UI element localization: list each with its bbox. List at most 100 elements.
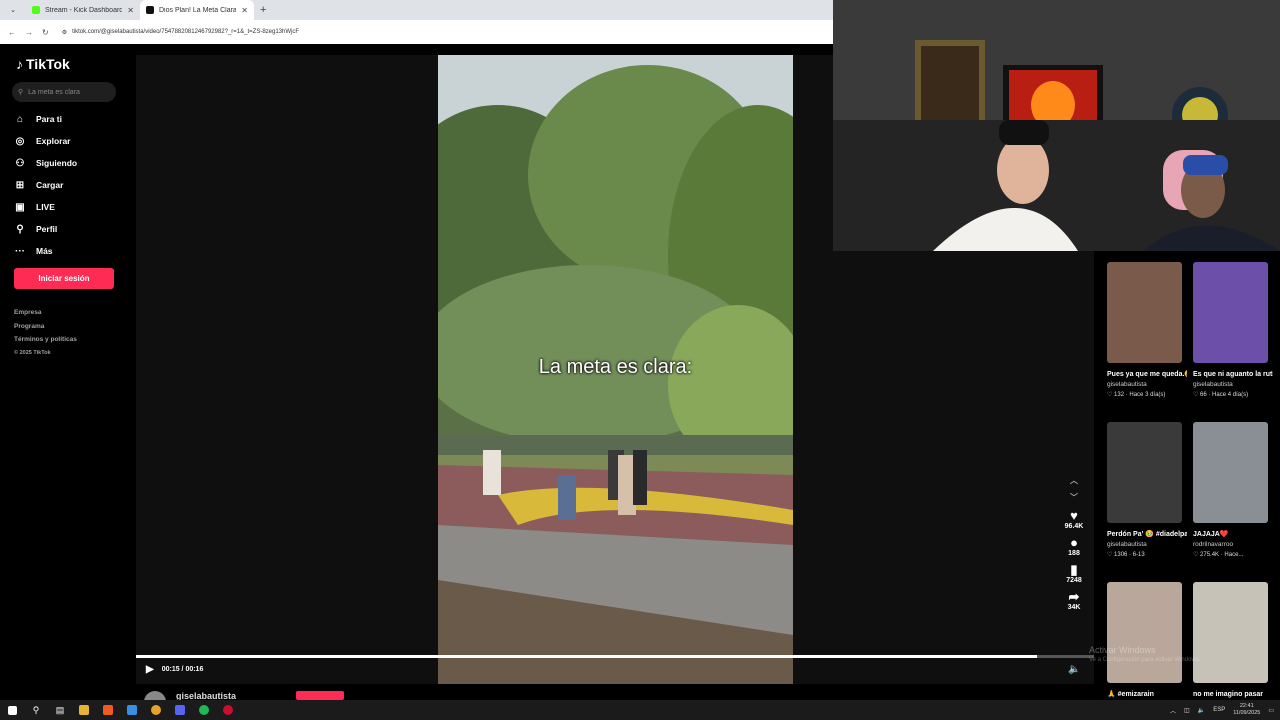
video-thumbnail[interactable] <box>1107 262 1182 363</box>
video-title: Perdón Pa' 🥹 #diadelpadre #pap... <box>1107 531 1187 538</box>
close-tab-icon[interactable]: ✕ <box>127 6 134 15</box>
video-thumbnail[interactable] <box>1107 422 1182 523</box>
related-video-card[interactable]: Es que ni aguanto la rutina🫠 giselabautis… <box>1193 262 1273 400</box>
time-display: 00:15 / 00:16 <box>161 666 204 673</box>
author-name[interactable]: giselabautista <box>176 691 236 700</box>
sidebar-item-explorar[interactable]: ◎ Explorar <box>14 130 124 152</box>
next-video-icon[interactable]: ﹀ <box>1056 492 1092 503</box>
avatar[interactable] <box>144 691 166 700</box>
site-info-icon[interactable]: ⚙ <box>62 29 67 36</box>
home-icon: ⌂ <box>16 113 24 125</box>
file-explorer-icon[interactable] <box>72 700 96 720</box>
tab-tiktok-video[interactable]: Dios Plan! La Meta Clara para l ✕ <box>140 0 254 20</box>
video-title: Pues ya que me queda.😅 #imissu... <box>1107 371 1187 378</box>
webcam-overlay <box>833 0 1280 251</box>
login-button[interactable]: Iniciar sesión <box>14 268 114 289</box>
tray-chevron-icon[interactable]: ︿ <box>1170 706 1176 715</box>
previous-video-icon[interactable]: ︿ <box>1056 475 1092 486</box>
following-icon: ⚇ <box>15 157 25 169</box>
like-button[interactable]: ♥ 96.4K <box>1056 509 1092 531</box>
brave-browser-icon[interactable] <box>96 700 120 720</box>
video-thumbnail[interactable] <box>1107 582 1182 683</box>
tiktok-logo[interactable]: ♪ TikTok <box>16 56 70 72</box>
video-author[interactable]: giselabautista <box>1107 540 1187 550</box>
related-video-card[interactable]: Perdón Pa' 🥹 #diadelpadre #pap... giselab… <box>1107 422 1187 560</box>
spotify-icon[interactable] <box>192 700 216 720</box>
search-icon[interactable]: ⚲ <box>24 700 48 720</box>
footer-link-empresa[interactable]: Empresa <box>14 309 77 323</box>
back-icon[interactable]: ← <box>8 28 16 37</box>
sidebar-item-label: Explorar <box>36 136 71 146</box>
footer-link-terms[interactable]: Términos y políticas <box>14 336 77 350</box>
address-bar[interactable]: ⚙ tiktok.com/@giselabautista/video/75478… <box>57 23 833 41</box>
network-icon[interactable]: ◫ <box>1184 707 1190 714</box>
tab-strip: ⌄ Stream - Kick Dashboard ✕ Dios Plan! L… <box>0 0 833 20</box>
obs-icon[interactable] <box>216 700 240 720</box>
windows-start-icon[interactable] <box>0 700 24 720</box>
store-icon[interactable] <box>120 700 144 720</box>
video-thumbnail[interactable] <box>1193 422 1268 523</box>
upload-icon: ⊞ <box>15 179 25 191</box>
tab-title: Dios Plan! La Meta Clara para l <box>159 6 237 14</box>
tab-title: Stream - Kick Dashboard <box>45 6 123 14</box>
sidebar-item-mas[interactable]: ··· Más <box>14 240 124 262</box>
video-player[interactable]: La meta es clara: <box>438 55 793 684</box>
bookmark-icon: ▮ <box>1070 562 1078 577</box>
comment-button[interactable]: ● 188 <box>1056 535 1092 558</box>
new-tab-button[interactable]: + <box>260 4 266 16</box>
video-title: 🙏 #emizarain <box>1107 691 1154 698</box>
video-author[interactable]: giselabautista <box>1193 380 1273 390</box>
browser-chrome: ⌄ Stream - Kick Dashboard ✕ Dios Plan! L… <box>0 0 833 44</box>
tab-kick-dashboard[interactable]: Stream - Kick Dashboard ✕ <box>26 0 140 20</box>
sidebar-item-para-ti[interactable]: ⌂ Para ti <box>14 108 124 130</box>
notifications-icon[interactable]: ▭ <box>1268 707 1274 714</box>
close-tab-icon[interactable]: ✕ <box>241 6 248 15</box>
follow-button[interactable] <box>296 691 345 700</box>
video-author[interactable]: rodrilnavarroo <box>1193 540 1273 550</box>
related-video-card[interactable]: 🙏 #emizarain <box>1107 582 1187 700</box>
compass-icon: ◎ <box>15 135 25 147</box>
sidebar-item-cargar[interactable]: ⊞ Cargar <box>14 174 124 196</box>
progress-bar[interactable] <box>136 655 1094 658</box>
reload-icon[interactable]: ↻ <box>42 28 49 37</box>
tiktok-note-icon: ♪ <box>16 56 23 72</box>
clock[interactable]: 22:41 11/09/2025 <box>1233 703 1260 717</box>
sidebar-item-perfil[interactable]: ⚲ Perfil <box>14 218 124 240</box>
related-video-card[interactable]: JAJAJA❤️ rodrilnavarroo ♡ 275.4K · Hace... <box>1193 422 1273 560</box>
sidebar-item-label: Más <box>36 246 53 256</box>
chrome-icon[interactable] <box>144 700 168 720</box>
volume-icon[interactable]: 🔈 <box>1068 664 1080 675</box>
language-indicator[interactable]: ESP <box>1213 707 1225 713</box>
search-input[interactable]: ⚲ La meta es clara <box>12 82 116 102</box>
video-author[interactable]: giselabautista <box>1107 380 1187 390</box>
progress-fill <box>136 655 1037 658</box>
sidebar-item-label: Siguiendo <box>36 158 78 168</box>
more-icon: ··· <box>15 245 25 257</box>
video-thumbnail[interactable] <box>1193 582 1268 683</box>
volume-tray-icon[interactable]: 🔈 <box>1198 707 1205 714</box>
sidebar-item-siguiendo[interactable]: ⚇ Siguiendo <box>14 152 124 174</box>
sidebar-item-label: Para ti <box>36 114 62 124</box>
sidebar-item-label: Cargar <box>36 180 64 190</box>
action-bar: ︿ ﹀ ♥ 96.4K ● 188 ▮ 7248 ➦ 34K <box>1056 475 1092 617</box>
video-thumbnail[interactable] <box>1193 262 1268 363</box>
play-icon[interactable]: ▶ <box>146 664 154 675</box>
forward-icon[interactable]: → <box>25 28 33 37</box>
share-button[interactable]: ➦ 34K <box>1056 590 1092 612</box>
bookmark-button[interactable]: ▮ 7248 <box>1056 562 1092 585</box>
comment-icon: ● <box>1070 535 1078 550</box>
related-video-card[interactable]: Pues ya que me queda.😅 #imissu... giselab… <box>1107 262 1187 400</box>
screen: ⌄ Stream - Kick Dashboard ✕ Dios Plan! L… <box>0 0 1280 720</box>
footer-link-programa[interactable]: Programa <box>14 323 77 337</box>
copyright: © 2025 TikTok <box>14 349 51 356</box>
discord-icon[interactable] <box>168 700 192 720</box>
task-view-icon[interactable]: ▤ <box>48 700 72 720</box>
related-video-card[interactable]: no me imagino pasar <box>1193 582 1273 700</box>
sidebar-item-live[interactable]: ▣ LIVE <box>14 196 124 218</box>
sidebar-item-label: Perfil <box>36 224 58 234</box>
kick-favicon-icon <box>32 6 40 14</box>
sidebar: ♪ TikTok ⚲ La meta es clara ⌂ Para ti ◎ Exp… <box>0 44 136 700</box>
search-placeholder: La meta es clara <box>28 88 80 96</box>
video-stats: ♡ 1306 · 6-13 <box>1107 552 1145 558</box>
tab-list-dropdown-icon[interactable]: ⌄ <box>0 6 26 14</box>
